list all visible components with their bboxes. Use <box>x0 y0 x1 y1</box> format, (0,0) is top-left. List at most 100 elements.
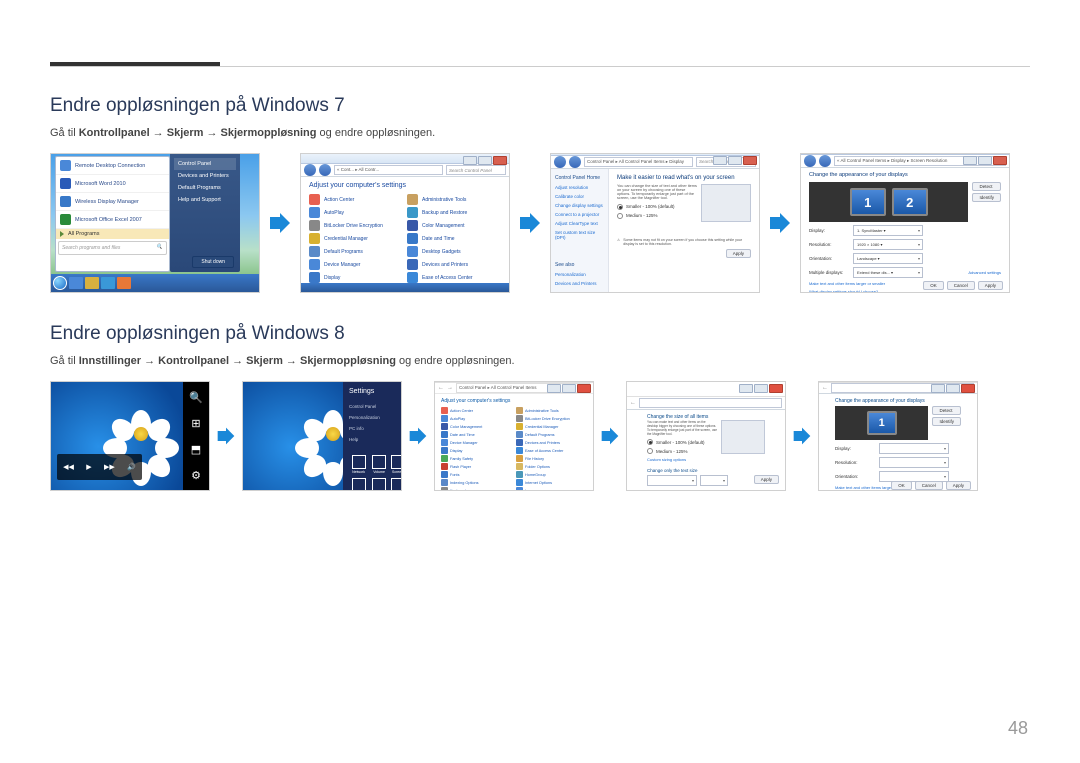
max-icon[interactable] <box>478 156 492 165</box>
sidebar-link[interactable]: Adjust ClearType text <box>555 219 604 228</box>
max-icon[interactable] <box>754 384 768 393</box>
cp-item[interactable]: Administrative Tools <box>407 194 501 205</box>
apply-button[interactable]: Apply <box>754 475 779 484</box>
cp-item[interactable]: Default Programs <box>309 246 403 257</box>
cp-item[interactable]: Family Safety <box>441 455 512 462</box>
radio-medium[interactable]: Medium - 125% <box>647 448 717 454</box>
max-icon[interactable] <box>946 384 960 393</box>
search-input[interactable]: Search programs and files🔍 <box>58 241 167 255</box>
cp-item[interactable]: AutoPlay <box>441 415 512 422</box>
forward-icon[interactable]: → <box>447 385 453 391</box>
monitor-2-icon[interactable]: 2 <box>892 188 928 216</box>
max-icon[interactable] <box>728 156 742 165</box>
min-icon[interactable] <box>547 384 561 393</box>
seealso-link[interactable]: Personalization <box>555 270 604 279</box>
search-charm-icon[interactable]: 🔍 <box>189 390 203 404</box>
display-select[interactable]: 1. SyncMaster ▾ <box>853 225 923 236</box>
orientation-select[interactable]: Landscape ▾ <box>853 253 923 264</box>
cp-item[interactable]: File History <box>516 455 587 462</box>
cp-item[interactable]: Action Center <box>309 194 403 205</box>
settings-charm-icon[interactable]: ⚙ <box>189 468 203 482</box>
cp-item[interactable]: Ease of Access Center <box>407 272 501 283</box>
cp-item[interactable]: Devices and Printers <box>516 439 587 446</box>
cp-item[interactable]: Fonts <box>441 471 512 478</box>
cp-item[interactable]: Administrative Tools <box>516 407 587 414</box>
ok-button[interactable]: OK <box>891 481 912 490</box>
settings-icon[interactable]: Power <box>372 478 386 491</box>
cp-item[interactable]: Credential Manager <box>516 423 587 430</box>
startmenu-item[interactable]: Wireless Display Manager <box>56 193 169 211</box>
cp-item[interactable]: HomeGroup <box>516 471 587 478</box>
monitor-1-icon[interactable]: 1 <box>850 188 886 216</box>
cp-item[interactable]: BitLocker Drive Encryption <box>516 415 587 422</box>
back-icon[interactable]: ← <box>630 400 636 406</box>
settings-icon[interactable]: Keyboard <box>390 478 402 491</box>
custom-link[interactable]: Custom sizing options <box>647 457 765 462</box>
startmenu-link[interactable]: Devices and Printers <box>174 170 236 182</box>
sidebar-link[interactable]: Adjust resolution <box>555 183 604 192</box>
cp-item[interactable]: Display <box>309 272 403 283</box>
taskbar-icon[interactable] <box>117 277 131 289</box>
cp-item[interactable]: Internet Options <box>516 479 587 486</box>
cp-item[interactable]: Ease of Access Center <box>516 447 587 454</box>
seealso-link[interactable]: Devices and Printers <box>555 279 604 288</box>
cp-item[interactable]: Display <box>441 447 512 454</box>
close-icon[interactable] <box>961 384 975 393</box>
close-icon[interactable] <box>743 156 757 165</box>
back-icon[interactable]: ← <box>438 385 444 391</box>
cp-item[interactable]: Indexing Options <box>441 479 512 486</box>
startmenu-item[interactable]: Remote Desktop Connection <box>56 157 169 175</box>
play-icon[interactable]: ▶ <box>86 463 91 471</box>
cp-item[interactable]: Action Center <box>441 407 512 414</box>
startmenu-item[interactable]: Microsoft Office Excel 2007 <box>56 211 169 229</box>
back-icon[interactable] <box>304 164 316 176</box>
detect-button[interactable]: Detect <box>932 406 961 415</box>
apply-button[interactable]: Apply <box>978 281 1003 290</box>
min-icon[interactable] <box>739 384 753 393</box>
start-charm-icon[interactable]: ⊞ <box>189 416 203 430</box>
max-icon[interactable] <box>562 384 576 393</box>
identify-button[interactable]: Identify <box>932 417 961 426</box>
sidebar-link[interactable]: Set custom text size (DPI) <box>555 228 604 242</box>
settings-icon[interactable]: Network <box>349 455 368 474</box>
max-icon[interactable] <box>978 156 992 165</box>
cp-item[interactable]: Default Programs <box>516 431 587 438</box>
item-select[interactable] <box>647 475 697 486</box>
cp-item[interactable]: BitLocker Drive Encryption <box>309 220 403 231</box>
cancel-button[interactable]: Cancel <box>915 481 943 490</box>
min-icon[interactable] <box>463 156 477 165</box>
breadcrumb[interactable]: Control Panel ▸ All Control Panel Items … <box>584 157 693 167</box>
close-icon[interactable] <box>577 384 591 393</box>
settings-icon[interactable]: Notifications <box>349 478 368 491</box>
startmenu-link[interactable]: Default Programs <box>174 182 236 194</box>
apply-button[interactable]: Apply <box>726 249 751 258</box>
prev-icon[interactable]: ◀◀ <box>63 463 74 471</box>
taskbar-icon[interactable] <box>85 277 99 289</box>
close-icon[interactable] <box>993 156 1007 165</box>
detect-button[interactable]: Detect <box>972 182 1001 191</box>
sidebar-link[interactable]: Connect to a projector <box>555 210 604 219</box>
radio-smaller[interactable]: Smaller - 100% (default) <box>617 204 697 210</box>
min-icon[interactable] <box>713 156 727 165</box>
cp-item[interactable]: Folder Options <box>516 463 587 470</box>
startmenu-link[interactable]: Control Panel <box>174 158 236 170</box>
back-icon[interactable] <box>804 155 816 167</box>
cp-item[interactable]: Color Management <box>441 423 512 430</box>
cp-item[interactable]: Flash Player <box>441 463 512 470</box>
devices-charm-icon[interactable]: ⬒ <box>189 442 203 456</box>
radio-smaller[interactable]: Smaller - 100% (default) <box>647 439 717 445</box>
settings-link[interactable]: PC info <box>349 423 395 434</box>
sidebar-link[interactable]: Change display settings <box>555 201 604 210</box>
next-icon[interactable]: ▶▶ <box>104 463 115 471</box>
taskbar-icon[interactable] <box>101 277 115 289</box>
cp-item[interactable]: Desktop Gadgets <box>407 246 501 257</box>
forward-icon[interactable] <box>569 156 581 168</box>
size-select[interactable] <box>700 475 728 486</box>
display-select[interactable] <box>879 443 949 454</box>
cp-item[interactable]: Language <box>516 487 587 491</box>
cp-item[interactable]: Device Manager <box>441 439 512 446</box>
breadcrumb[interactable]: « Cont... ▸ All Contr... <box>334 165 443 175</box>
startmenu-item[interactable]: Microsoft Word 2010 <box>56 175 169 193</box>
settings-icon[interactable]: Screen <box>390 455 402 474</box>
taskbar-icon[interactable] <box>69 277 83 289</box>
